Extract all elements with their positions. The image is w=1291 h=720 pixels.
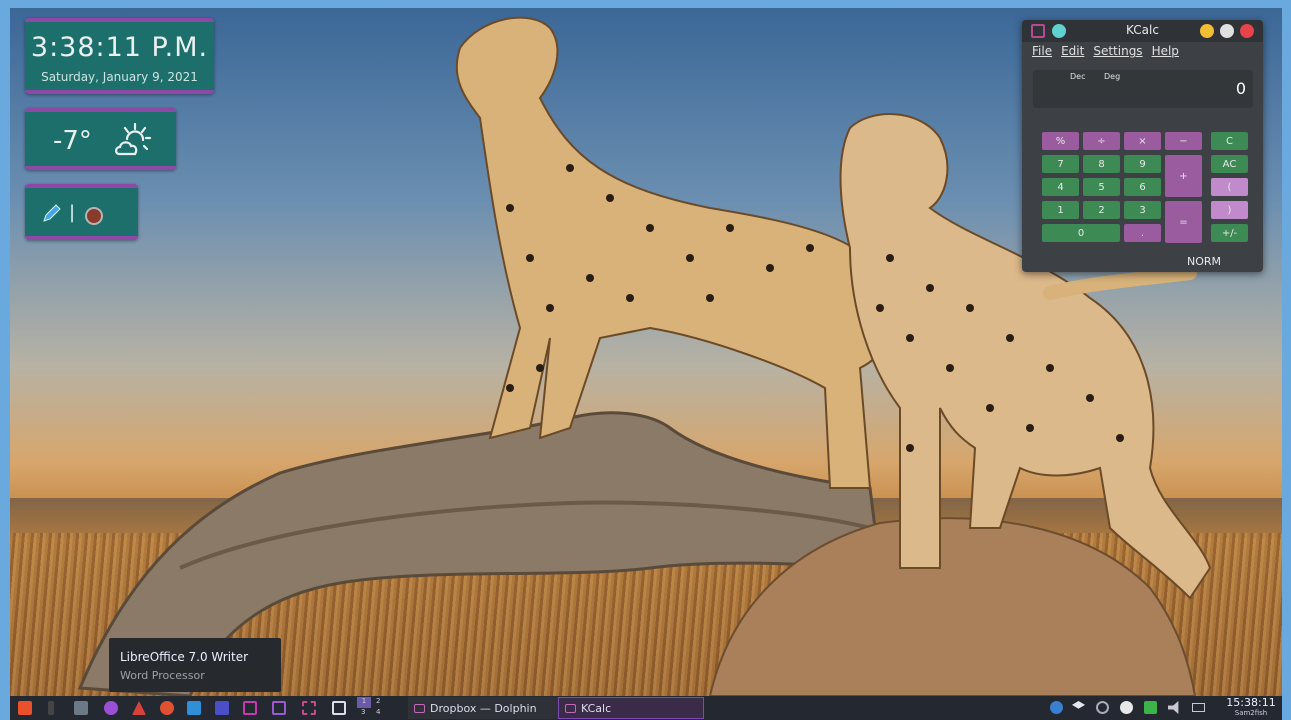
minimize-button[interactable]	[1200, 24, 1214, 38]
angle-indicator: Deg	[1104, 72, 1121, 81]
digit-8-button[interactable]: 8	[1083, 155, 1120, 173]
info-tray-icon[interactable]	[1050, 701, 1063, 714]
kcalc-icon	[565, 703, 576, 713]
user-name: Sam2fish	[1234, 709, 1268, 717]
volume-icon[interactable]	[1168, 701, 1179, 714]
digit-1-button[interactable]: 1	[1042, 201, 1079, 219]
digit-5-button[interactable]: 5	[1083, 178, 1120, 196]
desktop-4[interactable]: 4	[376, 708, 380, 716]
kcalc-titlebar[interactable]: KCalc	[1022, 20, 1263, 42]
battery-icon[interactable]	[1192, 703, 1205, 712]
text-editor-icon[interactable]	[243, 701, 257, 715]
mode-indicator: NORM	[1187, 255, 1222, 268]
clock-time: 3:38:11 P.M.	[30, 32, 209, 63]
app-launcher-icon[interactable]	[18, 701, 32, 715]
all-clear-button[interactable]: AC	[1211, 155, 1248, 173]
digit-7-button[interactable]: 7	[1042, 155, 1079, 173]
partly-cloudy-sun-icon	[115, 122, 152, 156]
divide-button[interactable]: ÷	[1083, 132, 1120, 150]
update-tray-icon[interactable]	[1120, 701, 1133, 714]
sign-toggle-button[interactable]: +/-	[1211, 224, 1248, 242]
menu-settings[interactable]: Settings	[1093, 44, 1142, 58]
separator: |	[69, 202, 76, 223]
clock-widget[interactable]: 3:38:11 P.M. Saturday, January 9, 2021	[25, 18, 214, 94]
pen-icon[interactable]	[41, 202, 63, 224]
folder-icon	[414, 703, 425, 713]
screen: 3:38:11 P.M. Saturday, January 9, 2021 -…	[0, 0, 1291, 720]
clock-tray-icon[interactable]	[1096, 701, 1109, 714]
browser-icon[interactable]	[104, 701, 118, 715]
taskbar: 1 2 3 4 Dropbox — Dolphin KCalc 15:38:11…	[10, 696, 1282, 720]
menu-help[interactable]: Help	[1152, 44, 1179, 58]
multiply-button[interactable]: ×	[1124, 132, 1161, 150]
weather-temperature: -7°	[53, 126, 92, 156]
desktop-1[interactable]: 1	[357, 697, 371, 708]
clear-button[interactable]: C	[1211, 132, 1248, 150]
launcher-tooltip: LibreOffice 7.0 Writer Word Processor	[109, 638, 281, 692]
calculator-display[interactable]: Dec Deg 0	[1033, 70, 1253, 108]
record-icon[interactable]	[85, 207, 103, 225]
digit-9-button[interactable]: 9	[1124, 155, 1161, 173]
digit-0-button[interactable]: 0	[1042, 224, 1120, 242]
task-dolphin[interactable]: Dropbox — Dolphin	[408, 697, 558, 719]
task-label: Dropbox — Dolphin	[430, 701, 537, 715]
display-value: 0	[1235, 79, 1246, 98]
kcalc-menubar: File Edit Settings Help	[1032, 44, 1179, 58]
menu-edit[interactable]: Edit	[1061, 44, 1084, 58]
screen-recorder-widget[interactable]: |	[25, 184, 138, 240]
maximize-button[interactable]	[1220, 24, 1234, 38]
clock-date: Saturday, January 9, 2021	[41, 70, 198, 84]
open-paren-button[interactable]: (	[1211, 178, 1248, 196]
digit-6-button[interactable]: 6	[1124, 178, 1161, 196]
digit-2-button[interactable]: 2	[1083, 201, 1120, 219]
task-label: KCalc	[581, 701, 612, 715]
close-paren-button[interactable]: )	[1211, 201, 1248, 219]
desktop-3[interactable]: 3	[361, 708, 365, 716]
minus-button[interactable]: −	[1165, 132, 1202, 150]
checkmark-tray-icon[interactable]	[1144, 701, 1157, 714]
store-icon[interactable]	[187, 701, 201, 715]
kcalc-launcher-icon[interactable]	[302, 701, 316, 715]
digit-4-button[interactable]: 4	[1042, 178, 1079, 196]
screenshot-icon[interactable]	[215, 701, 229, 715]
camera-icon[interactable]	[74, 701, 88, 715]
folder-icon[interactable]	[332, 701, 346, 715]
equals-button[interactable]: =	[1165, 201, 1202, 243]
plus-button[interactable]: +	[1165, 155, 1202, 197]
kcalc-window[interactable]: KCalc File Edit Settings Help Dec Deg 0 …	[1022, 20, 1263, 272]
warning-app-icon[interactable]	[132, 701, 146, 715]
code-editor-icon[interactable]	[272, 701, 286, 715]
dropbox-tray-icon[interactable]	[1072, 701, 1085, 709]
taskbar-clock[interactable]: 15:38:11 Sam2fish	[1224, 696, 1278, 718]
media-app-icon[interactable]	[160, 701, 174, 715]
tooltip-subtitle: Word Processor	[120, 669, 205, 682]
task-kcalc[interactable]: KCalc	[558, 697, 704, 719]
desktop[interactable]: 3:38:11 P.M. Saturday, January 9, 2021 -…	[10, 8, 1282, 696]
menu-file[interactable]: File	[1032, 44, 1052, 58]
desktop-2[interactable]: 2	[376, 697, 380, 705]
drag-handle-icon[interactable]	[48, 701, 54, 715]
clock-time: 15:38:11	[1226, 696, 1276, 709]
weather-widget[interactable]: -7°	[25, 108, 176, 170]
decimal-point-button[interactable]: .	[1124, 224, 1161, 242]
base-indicator: Dec	[1070, 72, 1086, 81]
percent-button[interactable]: %	[1042, 132, 1079, 150]
digit-3-button[interactable]: 3	[1124, 201, 1161, 219]
tooltip-title: LibreOffice 7.0 Writer	[120, 650, 249, 664]
close-button[interactable]	[1240, 24, 1254, 38]
virtual-desktop-pager[interactable]: 1 2 3 4	[354, 697, 392, 719]
